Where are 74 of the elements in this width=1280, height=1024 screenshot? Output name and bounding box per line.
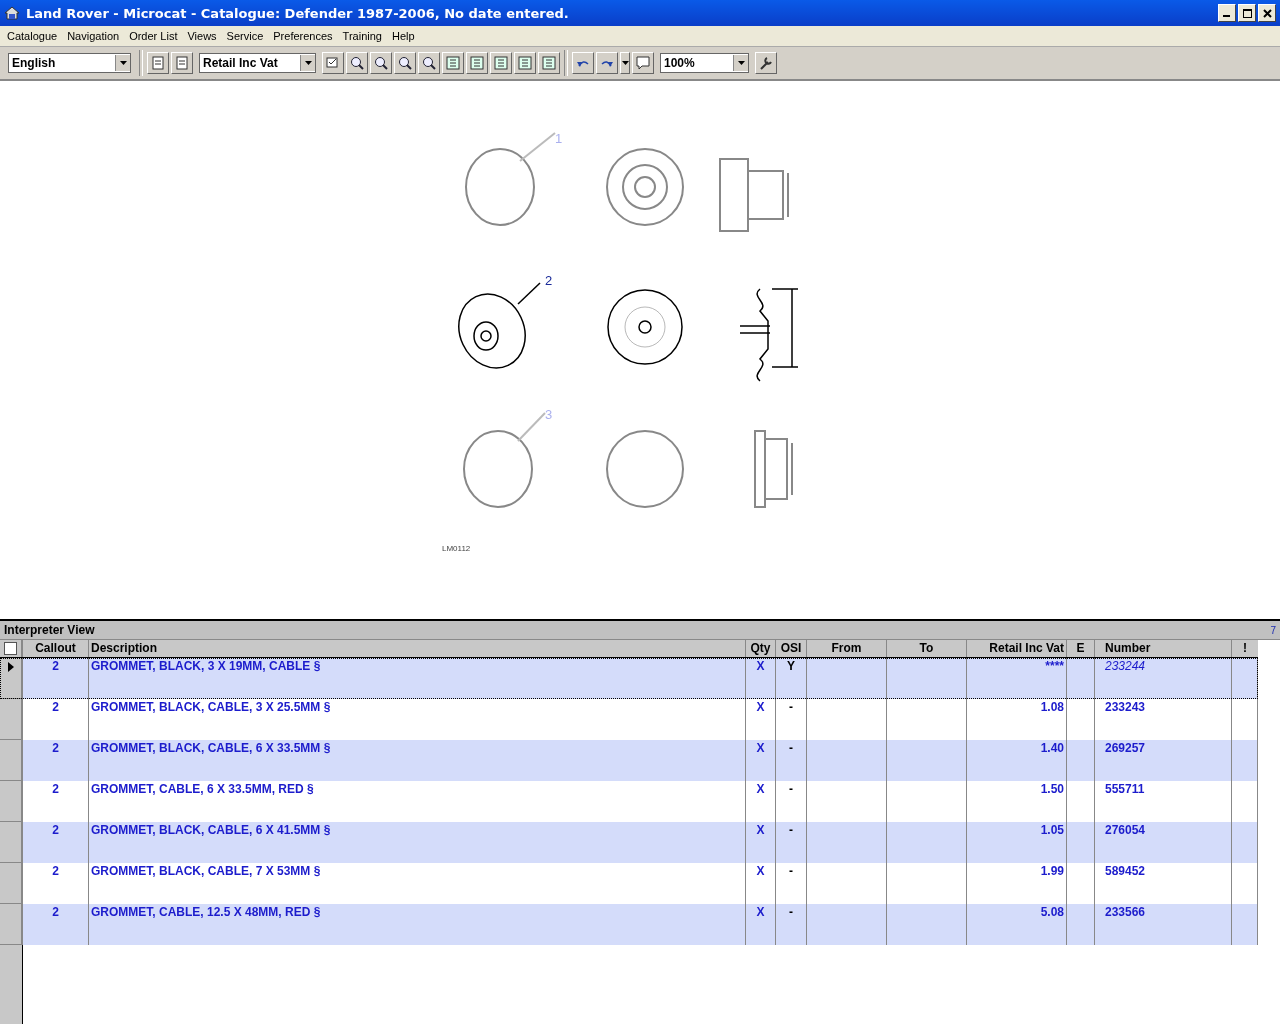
- table-cell: -: [789, 700, 793, 714]
- table-cell: GROMMET, BLACK, CABLE, 7 X 53MM §: [91, 864, 321, 878]
- column-header[interactable]: Qty: [745, 640, 775, 657]
- table-row[interactable]: 2 GROMMET, BLACK, CABLE, 6 X 41.5MM § X - 1.05 276054: [0, 822, 1258, 863]
- column-header[interactable]: OSI: [775, 640, 806, 657]
- callout-number: 2: [545, 273, 553, 288]
- callout-number: 3: [545, 407, 553, 422]
- column-header[interactable]: !: [1231, 640, 1258, 657]
- menu-item[interactable]: Help: [386, 30, 420, 42]
- table-cell: X: [756, 864, 765, 878]
- table-cell: 1.05: [1040, 823, 1064, 837]
- column-header[interactable]: Retail Inc Vat: [966, 640, 1066, 657]
- table-cell: X: [756, 700, 765, 714]
- table-cell: ****: [1045, 659, 1064, 673]
- table-cell: 1.08: [1040, 700, 1064, 714]
- table-cell: 233244: [1105, 659, 1146, 673]
- table-row[interactable]: 2 GROMMET, BLACK, CABLE, 6 X 33.5MM § X - 1.40 269257: [0, 740, 1258, 781]
- table-cell: 269257: [1105, 741, 1146, 755]
- window-title: Land Rover - Microcat - Catalogue: Defender 1987-2006, No date entered.: [26, 5, 570, 21]
- table-cell: 555711: [1105, 782, 1145, 796]
- table-cell: 2: [52, 659, 59, 673]
- table-cell: 2: [52, 741, 59, 755]
- table-cell: X: [756, 905, 765, 919]
- table-cell: 1.99: [1040, 864, 1064, 878]
- table-cell: 2: [52, 905, 59, 919]
- table-cell: 5.08: [1040, 905, 1064, 919]
- table-cell: GROMMET, BLACK, CABLE, 6 X 41.5MM §: [91, 823, 331, 837]
- table-cell: 1.50: [1040, 782, 1064, 796]
- menu-item[interactable]: Catalogue: [2, 30, 63, 42]
- menu-item[interactable]: Service: [221, 30, 269, 42]
- price-type-dropdown[interactable]: Retail Inc Vat: [199, 53, 316, 73]
- table-cell: GROMMET, BLACK, 3 X 19MM, CABLE §: [91, 659, 321, 673]
- table-cell: -: [789, 905, 793, 919]
- column-header[interactable]: Description: [88, 640, 745, 657]
- table-cell: X: [756, 782, 765, 796]
- table-cell: -: [789, 741, 793, 755]
- column-header[interactable]: From: [806, 640, 886, 657]
- panel-title: Interpreter View: [4, 623, 95, 637]
- table-cell: 2: [52, 864, 59, 878]
- column-header[interactable]: To: [886, 640, 966, 657]
- table-cell: -: [789, 864, 793, 878]
- row-count: 7: [1270, 624, 1276, 636]
- table-cell: X: [756, 659, 765, 673]
- menu-item[interactable]: Navigation: [62, 30, 125, 42]
- menu-item[interactable]: Preferences: [268, 30, 338, 42]
- table-cell: GROMMET, BLACK, CABLE, 6 X 33.5MM §: [91, 741, 331, 755]
- menu-item[interactable]: Training: [337, 30, 387, 42]
- callout-number: 1: [555, 131, 563, 146]
- zoom-dropdown[interactable]: 100%: [660, 53, 749, 73]
- table-cell: 233566: [1105, 905, 1146, 919]
- table-cell: 1.40: [1040, 741, 1064, 755]
- table-row[interactable]: 2 GROMMET, CABLE, 12.5 X 48MM, RED § X - 5.08 233566: [0, 904, 1258, 945]
- table-cell: 276054: [1105, 823, 1146, 837]
- column-header[interactable]: Number: [1094, 640, 1231, 657]
- table-row[interactable]: 2 GROMMET, BLACK, 3 X 19MM, CABLE § X Y **** 233244: [0, 658, 1258, 699]
- table-cell: 589452: [1105, 864, 1146, 878]
- table-cell: Y: [787, 659, 795, 673]
- table-cell: 233243: [1105, 700, 1146, 714]
- table-cell: GROMMET, BLACK, CABLE, 3 X 25.5MM §: [91, 700, 331, 714]
- table-cell: X: [756, 823, 765, 837]
- column-header[interactable]: E: [1066, 640, 1094, 657]
- menu-item[interactable]: Views: [182, 30, 222, 42]
- table-cell: 2: [52, 782, 59, 796]
- language-dropdown[interactable]: English: [8, 53, 131, 73]
- table-cell: GROMMET, CABLE, 12.5 X 48MM, RED §: [91, 905, 321, 919]
- table-cell: 2: [52, 700, 59, 714]
- menu-item[interactable]: Order List: [124, 30, 183, 42]
- table-cell: 2: [52, 823, 59, 837]
- table-cell: X: [756, 741, 765, 755]
- table-cell: -: [789, 823, 793, 837]
- column-header[interactable]: Callout: [22, 640, 88, 657]
- table-cell: GROMMET, CABLE, 6 X 33.5MM, RED §: [91, 782, 314, 796]
- illustration-code: LM0112: [442, 544, 471, 553]
- table-cell: -: [789, 782, 793, 796]
